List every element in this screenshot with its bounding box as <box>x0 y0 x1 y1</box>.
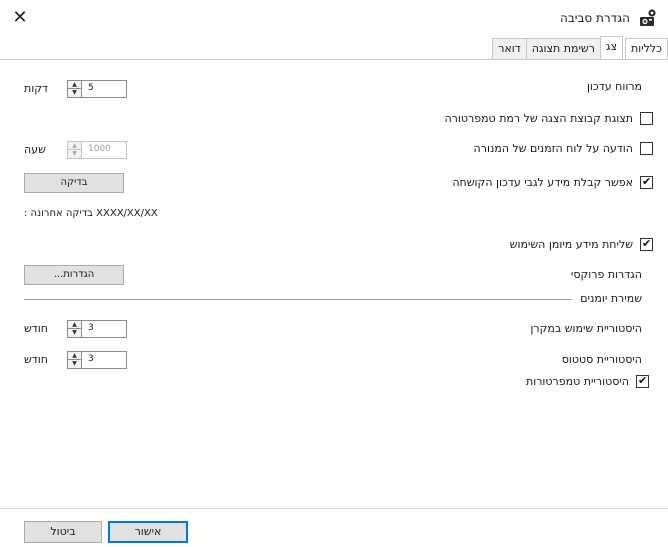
lamp-hours-value: 1000 <box>88 144 111 154</box>
lamp-hours-stepper[interactable]: ▲ ▼ 1000 <box>67 141 127 159</box>
update-interval-stepper[interactable]: ▲ ▼ 5 <box>67 80 127 98</box>
projector-usage-history-stepper[interactable]: ▲ ▼ 3 <box>67 320 127 338</box>
proxy-settings-label: הגדרות פרוקסי <box>570 268 642 281</box>
tab-general[interactable]: כלליות <box>624 38 668 59</box>
tab-mail[interactable]: דואר <box>492 38 527 59</box>
stepper-down-icon[interactable]: ▼ <box>71 89 78 96</box>
tab-display-list[interactable]: רשימת תצוגה <box>525 38 601 59</box>
stepper-down-icon[interactable]: ▼ <box>71 329 78 336</box>
proxy-settings-button[interactable]: הגדרות... <box>24 265 124 285</box>
monitor-panel: מרווח עדכון ▲ ▼ 5 דקות תצוגת קבוצת הצגה … <box>0 59 668 508</box>
last-check-value: XXXX/XX/XX <box>96 208 158 219</box>
show-temp-level-checkbox[interactable] <box>640 112 653 125</box>
ok-button[interactable]: אישור <box>108 521 188 543</box>
projector-usage-history-value: 3 <box>88 323 94 333</box>
projector-usage-history-label: היסטוריית שימוש במקרן <box>530 322 642 335</box>
stepper-arrows[interactable]: ▲ ▼ <box>68 142 82 158</box>
lamp-hours-unit: שעה <box>24 143 46 156</box>
status-history-label: היסטוריית סטטוס <box>561 353 642 366</box>
temperature-history-checkbox[interactable] <box>636 374 649 388</box>
lamp-schedule-checkbox[interactable] <box>640 142 653 155</box>
title-bar: הגדרת סביבה ✕ <box>0 0 668 38</box>
show-temp-level-label: תצוגת קבוצת הצגה של רמת טמפרטורה <box>444 112 633 125</box>
update-interval-value: 5 <box>88 83 94 93</box>
firmware-update-label: אפשר קבלת מידע לגבי עדכון הקושחה <box>452 176 633 189</box>
settings-window: הגדרת סביבה ✕ כלליות צג רשימת תצוגה דואר… <box>0 0 668 547</box>
log-section-divider <box>24 299 572 300</box>
stepper-down-icon[interactable]: ▼ <box>71 360 78 367</box>
stepper-up-icon[interactable]: ▲ <box>71 352 78 359</box>
projector-usage-history-unit: חודש <box>24 322 48 335</box>
cancel-button[interactable]: ביטול <box>24 521 102 543</box>
window-title: הגדרת סביבה <box>560 11 630 25</box>
log-section-title: שמירת יומנים <box>580 292 642 305</box>
tab-monitor[interactable]: צג <box>599 36 623 59</box>
stepper-down-icon[interactable]: ▼ <box>71 150 78 157</box>
temperature-history-label: היסטוריית טמפרטורות <box>525 375 629 388</box>
last-check-row: XXXX/XX/XX בדיקה אחרונה : <box>24 208 158 219</box>
update-interval-unit: דקות <box>24 82 49 95</box>
firmware-update-checkbox[interactable] <box>640 175 653 189</box>
status-history-stepper[interactable]: ▲ ▼ 3 <box>67 351 127 369</box>
stepper-arrows[interactable]: ▲ ▼ <box>68 321 82 337</box>
send-usage-checkbox[interactable] <box>640 237 653 251</box>
dialog-footer: ביטול אישור <box>0 508 668 547</box>
settings-app-icon <box>640 9 656 26</box>
status-history-unit: חודש <box>24 353 48 366</box>
update-interval-label: מרווח עדכון <box>586 80 642 93</box>
check-button[interactable]: בדיקה <box>24 173 124 193</box>
stepper-up-icon[interactable]: ▲ <box>71 142 78 149</box>
send-usage-label: שליחת מידע מיומן השימוש <box>509 238 633 251</box>
stepper-arrows[interactable]: ▲ ▼ <box>68 352 82 368</box>
stepper-up-icon[interactable]: ▲ <box>71 81 78 88</box>
last-check-label: בדיקה אחרונה : <box>24 208 93 219</box>
close-icon[interactable]: ✕ <box>8 6 32 30</box>
lamp-schedule-label: הודעה על לוח הזמנים של המנורה <box>473 142 633 155</box>
tab-bar: כלליות צג רשימת תצוגה דואר <box>492 36 668 60</box>
stepper-arrows[interactable]: ▲ ▼ <box>68 81 82 97</box>
status-history-value: 3 <box>88 354 94 364</box>
stepper-up-icon[interactable]: ▲ <box>71 321 78 328</box>
